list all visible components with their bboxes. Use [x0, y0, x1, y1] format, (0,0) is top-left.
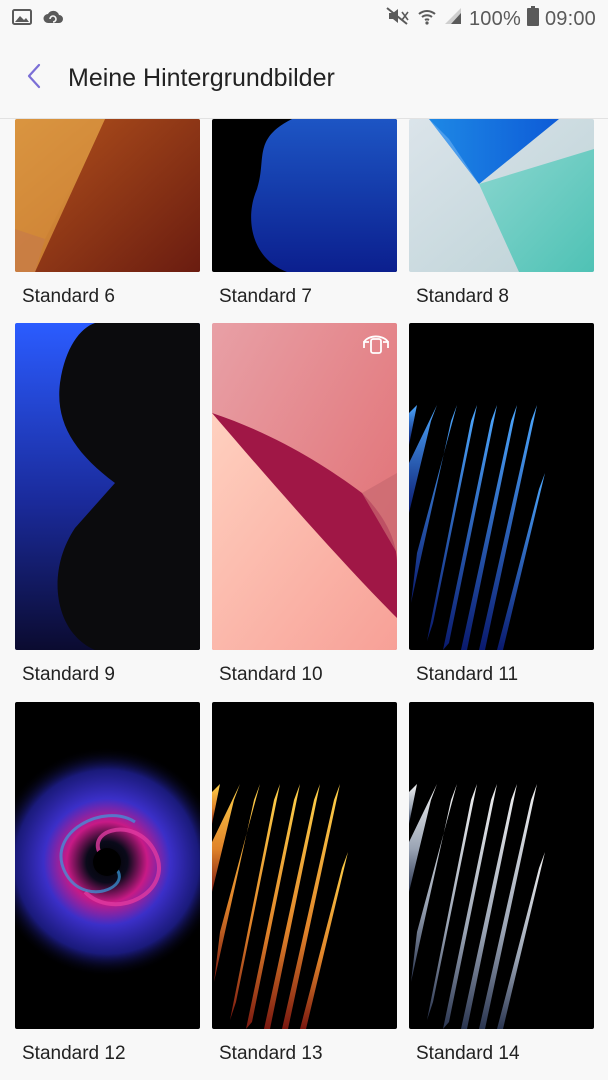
wallpaper-thumbnail [409, 702, 594, 1029]
wifi-icon [417, 6, 437, 32]
wallpaper-label: Standard 7 [219, 286, 312, 307]
image-icon [12, 8, 32, 31]
wallpaper-tile-standard-10[interactable]: Standard 10 [212, 323, 397, 686]
wallpaper-tile-standard-11[interactable]: Standard 11 [409, 323, 594, 686]
battery-percentage: 100% [468, 7, 521, 30]
wallpaper-label: Standard 14 [416, 1043, 520, 1064]
wallpaper-tile-standard-8[interactable]: Standard 8 [409, 119, 594, 308]
wallpaper-thumbnail [409, 119, 594, 272]
status-bar: 100% 09:00 [0, 0, 608, 38]
motion-wallpaper-icon [361, 331, 391, 359]
wallpaper-label: Standard 10 [219, 664, 323, 685]
wallpaper-thumbnail [212, 119, 397, 272]
wallpaper-label: Standard 9 [22, 664, 115, 685]
wallpaper-thumbnail [409, 323, 594, 650]
sync-cloud-icon [42, 8, 64, 31]
wallpaper-tile-standard-12[interactable]: Standard 12 [15, 702, 200, 1065]
wallpaper-thumbnail [212, 323, 397, 650]
wallpaper-label: Standard 11 [416, 664, 519, 685]
status-right-icons: 100% 09:00 [385, 6, 596, 32]
wallpaper-label: Standard 6 [22, 286, 115, 307]
wallpaper-tile-standard-9[interactable]: Standard 9 [15, 323, 200, 686]
page-title: Meine Hintergrundbilder [68, 64, 335, 92]
app-header: Meine Hintergrundbilder [0, 38, 608, 119]
wallpaper-label: Standard 8 [416, 286, 509, 307]
wallpaper-thumbnail [15, 119, 200, 272]
wallpaper-label: Standard 13 [219, 1043, 323, 1064]
wallpaper-tile-standard-14[interactable]: Standard 14 [409, 702, 594, 1065]
wallpaper-thumbnail [212, 702, 397, 1029]
battery-icon [526, 6, 539, 32]
chevron-left-icon [26, 63, 42, 94]
wallpaper-tile-standard-6[interactable]: Standard 6 [15, 119, 200, 308]
signal-icon [443, 6, 463, 32]
wallpaper-grid: Standard 6 Standard 7 Standard 8 Standar… [0, 119, 608, 1080]
back-button[interactable] [18, 62, 50, 94]
clock: 09:00 [544, 7, 596, 30]
wallpaper-tile-standard-7[interactable]: Standard 7 [212, 119, 397, 308]
wallpaper-thumbnail [15, 323, 200, 650]
wallpaper-tile-standard-13[interactable]: Standard 13 [212, 702, 397, 1065]
mute-icon [385, 6, 411, 32]
status-left-icons [12, 8, 64, 31]
wallpaper-label: Standard 12 [22, 1043, 126, 1064]
wallpaper-thumbnail [15, 702, 200, 1029]
